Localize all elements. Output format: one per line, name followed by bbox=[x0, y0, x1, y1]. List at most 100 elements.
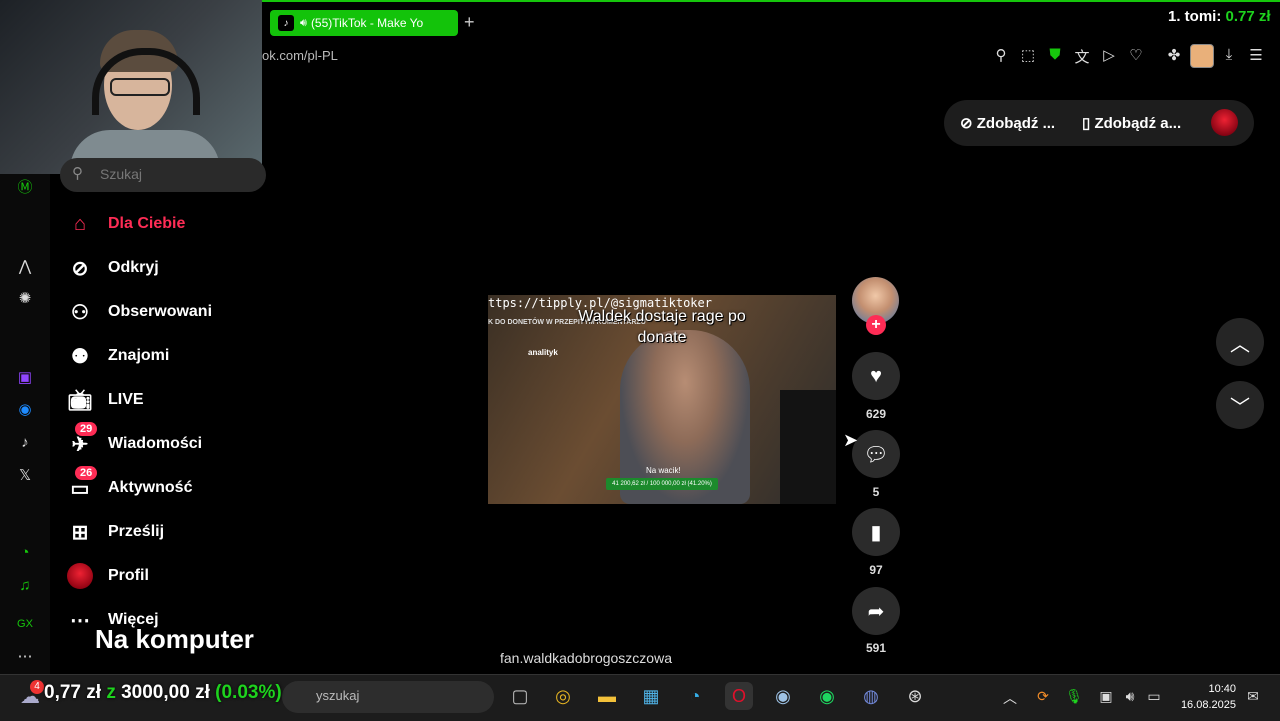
donation-goal-progress: 0,77 zł z 3000,00 zł (0.03%) bbox=[44, 682, 282, 704]
get-app-button[interactable]: ▯ Zdobądź a... bbox=[1082, 114, 1181, 132]
battery-icon[interactable]: ▭ bbox=[1145, 688, 1163, 705]
like-button[interactable]: ♥ bbox=[852, 352, 900, 400]
video-goal-label: Na wacik! bbox=[646, 466, 681, 475]
display-icon[interactable]: ▣ bbox=[1097, 688, 1115, 705]
screenshot-icon[interactable]: ⬚ bbox=[1018, 46, 1038, 64]
na-komputer-caption: Na komputer bbox=[95, 624, 254, 654]
comment-button[interactable]: 💬︎ bbox=[852, 430, 900, 478]
clock-time: 10:40 bbox=[1208, 683, 1236, 695]
nav-item-following[interactable]: ⚇ Obserwowani bbox=[66, 296, 212, 328]
video-goal-bar: 41 200,62 zł / 100 000,00 zł (41.20%) bbox=[606, 478, 718, 490]
activity-icon: ▭ 26 bbox=[66, 466, 98, 502]
extensions-icon[interactable]: ✤ bbox=[1164, 46, 1184, 64]
tray-overflow-icon[interactable]: ︿ bbox=[1001, 688, 1019, 708]
aria-icon[interactable]: ⋀ bbox=[13, 255, 37, 279]
heart-icon: ♥ bbox=[870, 364, 882, 387]
progress-goal: 3000,00 zł bbox=[121, 682, 210, 703]
taskbar-clock[interactable]: 10:40 16.08.2025 bbox=[1178, 681, 1236, 713]
search-placeholder: Szukaj bbox=[100, 166, 143, 182]
play-icon[interactable]: ▷ bbox=[1099, 46, 1119, 64]
progress-amount: 0,77 zł bbox=[44, 682, 102, 703]
browser-sidebar bbox=[0, 174, 50, 674]
like-count: 629 bbox=[865, 407, 887, 421]
chevron-up-icon: ︿ bbox=[1230, 333, 1250, 356]
shield-icon[interactable]: ⛊ bbox=[1045, 46, 1065, 63]
previous-video-button[interactable]: ︿ bbox=[1216, 318, 1264, 366]
bookmark-icon: ▮ bbox=[870, 521, 882, 544]
player-icon[interactable]: ◔ bbox=[13, 541, 37, 565]
messages-badge: 29 bbox=[75, 422, 98, 436]
nav-item-explore[interactable]: ⊘ Odkryj bbox=[66, 252, 159, 284]
compass-icon: ⊘ bbox=[71, 257, 89, 280]
coin-icon: ⊘ bbox=[960, 115, 973, 132]
task-view-icon[interactable]: ▢ bbox=[506, 682, 534, 710]
friends-icon: ⚉ bbox=[71, 345, 89, 368]
webcam-overlay bbox=[0, 0, 262, 174]
nav-item-activity[interactable]: ▭ 26 Aktywność bbox=[66, 466, 192, 504]
nav-item-upload[interactable]: ⊞ Prześlij bbox=[66, 516, 164, 548]
edge-icon[interactable]: ◔ bbox=[681, 682, 709, 710]
messenger-m-icon[interactable]: Ⓜ bbox=[13, 176, 37, 200]
new-tab-button[interactable]: + bbox=[464, 12, 475, 33]
user-avatar[interactable] bbox=[1211, 109, 1238, 136]
nav-item-messages[interactable]: ✈ 29 Wiadomości bbox=[66, 422, 202, 460]
follow-button[interactable]: + bbox=[866, 315, 886, 335]
search-icon: ⚲ bbox=[72, 165, 83, 182]
following-icon: ⚇ bbox=[71, 301, 89, 324]
chatgpt-icon[interactable]: ✺ bbox=[13, 287, 37, 311]
tiktok-icon: ♪ bbox=[278, 15, 294, 31]
store-icon[interactable]: ▦ bbox=[637, 682, 665, 710]
spotify-sidebar-icon[interactable]: ♫ bbox=[13, 574, 37, 598]
pill-label-1: Zdobądź ... bbox=[976, 115, 1056, 132]
get-coins-button[interactable]: ⊘ Zdobądź ... bbox=[960, 114, 1055, 132]
tiktok-sidebar-icon[interactable]: ♪ bbox=[13, 431, 37, 455]
file-explorer-icon[interactable]: ▬ bbox=[593, 682, 621, 710]
profile-avatar-toolbar[interactable] bbox=[1190, 44, 1214, 68]
nav-item-for-you[interactable]: ⌂ Dla Ciebie bbox=[66, 208, 185, 240]
chevron-down-icon: ﹀ bbox=[1230, 396, 1250, 419]
nav-item-live[interactable]: 📺︎ LIVE bbox=[66, 384, 144, 416]
video-author[interactable]: fan.waldkadobrogoszczowa bbox=[500, 650, 672, 666]
translate-icon[interactable]: 文 bbox=[1072, 46, 1092, 67]
video-chat-panel bbox=[780, 390, 836, 504]
messages-icon: ✈ 29 bbox=[66, 422, 98, 458]
nav-item-friends[interactable]: ⚉ Znajomi bbox=[66, 340, 169, 372]
notifications-icon[interactable]: ✉ bbox=[1244, 688, 1262, 705]
menu-icon[interactable]: ☰ bbox=[1246, 46, 1266, 64]
heart-icon[interactable]: ♡ bbox=[1126, 46, 1146, 64]
video-title: Waldek dostaje rage po donate bbox=[560, 306, 764, 348]
sync-icon[interactable]: ⟳ bbox=[1034, 688, 1052, 705]
nav-label: Prześlij bbox=[108, 523, 165, 540]
video-title-line2: donate bbox=[637, 329, 687, 346]
taskbar-search[interactable] bbox=[282, 681, 494, 713]
save-button[interactable]: ▮ bbox=[852, 508, 900, 556]
live-tv-icon: 📺︎ bbox=[67, 389, 93, 412]
url-text[interactable]: ok.com/pl-PL bbox=[262, 48, 338, 63]
obs-icon[interactable]: ⊛ bbox=[901, 682, 929, 710]
gx-icon[interactable]: GX bbox=[13, 612, 37, 636]
home-icon: ⌂ bbox=[73, 212, 87, 235]
volume-icon[interactable]: 🔊︎ bbox=[1121, 688, 1139, 705]
x-icon[interactable]: 𝕏 bbox=[13, 464, 37, 488]
nav-item-profile[interactable]: Profil bbox=[66, 560, 149, 592]
tab-tiktok[interactable]: ♪ 🔊︎ (55)TikTok - Make Yo bbox=[270, 10, 458, 36]
messenger-icon[interactable]: ◉ bbox=[13, 398, 37, 422]
spotify-icon[interactable]: ◉ bbox=[813, 682, 841, 710]
more-dots-icon[interactable]: ⋯ bbox=[13, 645, 37, 669]
nav-label: LIVE bbox=[108, 391, 144, 408]
steam-icon[interactable]: ◉ bbox=[769, 682, 797, 710]
chrome-icon[interactable]: ◎ bbox=[549, 682, 577, 710]
download-icon[interactable]: ⤓ bbox=[1219, 46, 1239, 63]
share-button[interactable]: ➦ bbox=[852, 587, 900, 635]
twitch-icon[interactable]: ▣ bbox=[13, 366, 37, 390]
discord-icon[interactable]: ◍ bbox=[857, 682, 885, 710]
microphone-icon[interactable]: 🎙︎ bbox=[1065, 688, 1083, 705]
search-input[interactable]: ⚲ Szukaj bbox=[60, 158, 266, 192]
next-video-button[interactable]: ﹀ bbox=[1216, 381, 1264, 429]
pin-icon[interactable]: ⚲ bbox=[991, 46, 1011, 64]
donation-amount: 0.77 zł bbox=[1225, 8, 1271, 25]
mouse-cursor-icon: ➤ bbox=[843, 430, 859, 450]
donation-alert: 1. tomi: 0.77 zł bbox=[1168, 8, 1271, 25]
opera-gx-icon[interactable]: O bbox=[725, 682, 753, 710]
speaker-icon[interactable]: 🔊︎ bbox=[300, 17, 307, 30]
